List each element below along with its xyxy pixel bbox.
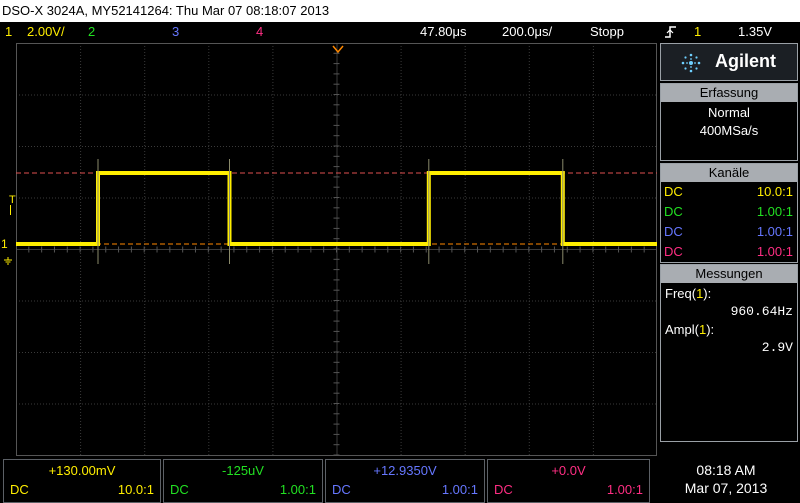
- ch1-coupling-bottom: DC: [10, 482, 29, 497]
- acquisition-mode: Normal: [708, 105, 750, 120]
- sample-rate: 400MSa/s: [699, 123, 759, 138]
- ampl-measurement-value: 2.9V: [761, 340, 793, 355]
- ch3-number[interactable]: 3: [172, 22, 179, 42]
- clock-time: 08:18 AM: [696, 462, 756, 478]
- measurements-box[interactable]: Messungen Freq(1): 960.64Hz Ampl(1): 2.9…: [660, 264, 798, 442]
- ch4-offset: +0.0V: [551, 463, 586, 478]
- ch2-number[interactable]: 2: [88, 22, 95, 42]
- ch2-coupling-bottom: DC: [170, 482, 189, 497]
- ch3-info-box[interactable]: +12.9350V DC 1.00:1: [325, 459, 485, 503]
- ch3-probe-bottom: 1.00:1: [441, 482, 478, 497]
- agilent-spark-logo-icon: [679, 51, 703, 75]
- ch1-coupling: DC: [664, 184, 683, 199]
- ampl-measurement-label: Ampl(1):: [665, 322, 715, 337]
- measurements-header: Messungen: [661, 265, 797, 283]
- ch2-probe-bottom: 1.00:1: [279, 482, 316, 497]
- ch1-ground-marker[interactable]: 1: [1, 237, 8, 251]
- run-state[interactable]: Stopp: [590, 22, 624, 42]
- trigger-source-channel[interactable]: 1: [694, 22, 701, 42]
- window-title-bar: DSO-X 3024A, MY52141264: Thu Mar 07 08:1…: [0, 0, 800, 22]
- ch4-probe: 1.00:1: [756, 244, 793, 259]
- ground-icon: [3, 252, 13, 265]
- waveform-canvas: [16, 43, 657, 456]
- ch3-coupling-bottom: DC: [332, 482, 351, 497]
- ch4-number[interactable]: 4: [256, 22, 263, 42]
- ch1-probe-bottom: 10.0:1: [117, 482, 154, 497]
- ch4-info-box[interactable]: +0.0V DC 1.00:1: [487, 459, 650, 503]
- ch4-probe-bottom: 1.00:1: [606, 482, 643, 497]
- trigger-level[interactable]: 1.35V: [738, 22, 772, 42]
- horizontal-delay[interactable]: 47.80μs: [420, 22, 467, 42]
- acquisition-header: Erfassung: [661, 84, 797, 102]
- acquisition-box[interactable]: Erfassung Normal 400MSa/s: [660, 83, 798, 161]
- brand-box: Agilent: [660, 43, 798, 81]
- ch2-offset: -125uV: [222, 463, 264, 478]
- ch1-number[interactable]: 1: [5, 22, 12, 42]
- window-title: DSO-X 3024A, MY52141264: Thu Mar 07 08:1…: [2, 3, 330, 18]
- timebase-scale[interactable]: 200.0μs/: [502, 22, 552, 42]
- right-info-panel: Agilent Erfassung Normal 400MSa/s Kanäle…: [660, 43, 800, 443]
- ch4-coupling: DC: [664, 244, 683, 259]
- channel-row-3: DC 1.00:1: [661, 222, 797, 242]
- ch4-coupling-bottom: DC: [494, 482, 513, 497]
- channel-row-2: DC 1.00:1: [661, 202, 797, 222]
- clock-date: Mar 07, 2013: [684, 480, 768, 496]
- ch1-info-box[interactable]: +130.00mV DC 10.0:1: [3, 459, 161, 503]
- channel-row-4: DC 1.00:1: [661, 242, 797, 262]
- top-status-bar: 1 2.00V/ 2 3 4 47.80μs 200.0μs/ Stopp 1 …: [0, 22, 800, 42]
- rising-edge-trigger-icon: [664, 22, 678, 42]
- clock-display: 08:18 AM Mar 07, 2013: [652, 459, 800, 503]
- waveform-display[interactable]: [16, 43, 657, 456]
- channels-header: Kanäle: [661, 164, 797, 182]
- ch1-scale[interactable]: 2.00V/: [27, 22, 65, 42]
- ch1-probe: 10.0:1: [756, 184, 793, 199]
- channel-row-1: DC 10.0:1: [661, 182, 797, 202]
- ch2-coupling: DC: [664, 204, 683, 219]
- trigger-position-marker[interactable]: [332, 42, 344, 54]
- ch3-offset: +12.9350V: [373, 463, 437, 478]
- ch3-probe: 1.00:1: [756, 224, 793, 239]
- freq-measurement-value: 960.64Hz: [730, 304, 793, 319]
- ch3-coupling: DC: [664, 224, 683, 239]
- bottom-channel-bar: +130.00mV DC 10.0:1 -125uV DC 1.00:1 +12…: [0, 459, 800, 503]
- brand-name: Agilent: [715, 51, 776, 71]
- ch1-offset: +130.00mV: [48, 463, 116, 478]
- ch2-probe: 1.00:1: [756, 204, 793, 219]
- ch2-info-box[interactable]: -125uV DC 1.00:1: [163, 459, 323, 503]
- freq-measurement-label: Freq(1):: [665, 286, 712, 301]
- trigger-level-marker-line: [10, 205, 11, 215]
- channels-box[interactable]: Kanäle DC 10.0:1 DC 1.00:1 DC 1.00:1 DC …: [660, 163, 798, 263]
